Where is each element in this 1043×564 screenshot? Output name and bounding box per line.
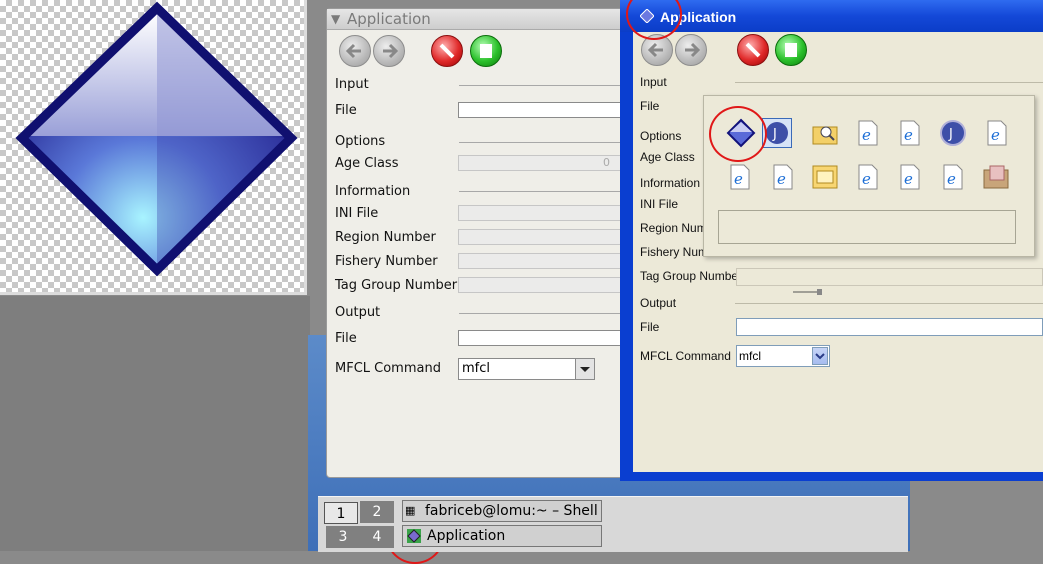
desktop-pager-2[interactable]: 2 [360, 501, 394, 523]
information-section-label: Information [335, 184, 411, 199]
separator [459, 85, 627, 86]
options-section-label: Options [335, 134, 386, 149]
svg-text:e: e [904, 126, 913, 144]
svg-text:e: e [947, 170, 956, 188]
ini-file-label: INI File [335, 206, 379, 221]
desktop-number: 3 [338, 529, 348, 545]
taskbar: 1 2 3 4 ▦ fabriceb@lomu:~ – Shell – K Ap… [318, 496, 908, 552]
mfcl-command-combo[interactable]: mfcl [458, 358, 595, 380]
mfcl-command-label: MFCL Command [335, 361, 441, 376]
svg-text:J: J [948, 127, 953, 142]
back-icon[interactable] [339, 35, 371, 67]
ini-file-label: INI File [640, 197, 679, 211]
forward-icon[interactable] [373, 35, 405, 67]
desktop-number: 1 [336, 506, 346, 522]
window-titlebar[interactable]: Application [620, 0, 1043, 32]
mfcl-command-value: mfcl [462, 361, 490, 376]
task-label: fabriceb@lomu:~ – Shell – K [425, 503, 601, 519]
stop-icon[interactable] [737, 34, 769, 66]
desktop-background [0, 296, 310, 551]
information-section-label: Information [640, 176, 701, 190]
desktop-number: 4 [372, 529, 382, 545]
forward-icon[interactable] [675, 34, 707, 66]
age-class-spinner[interactable]: 0 [458, 155, 627, 171]
separator [459, 313, 627, 314]
ie-document-icon[interactable]: e [894, 118, 924, 148]
svg-text:e: e [904, 170, 913, 188]
window-titlebar[interactable]: ▼ Application [327, 9, 625, 30]
icon-preview-box [718, 210, 1016, 244]
large-diamond-icon [15, 1, 298, 277]
separator [735, 82, 1043, 83]
svg-text:e: e [777, 170, 786, 188]
separator [459, 142, 627, 143]
fishery-number-field[interactable] [458, 253, 627, 269]
window-title: Application [347, 10, 431, 28]
age-class-label: Age Class [335, 156, 399, 171]
region-number-label: Region Number [335, 230, 436, 245]
output-section-label: Output [335, 305, 381, 320]
chevron-down-icon[interactable] [575, 359, 594, 379]
region-number-field[interactable] [458, 229, 627, 245]
folder-search-icon[interactable] [810, 118, 840, 148]
ie-document-icon[interactable]: e [724, 162, 754, 192]
file-label: File [640, 99, 660, 113]
tag-group-number-field[interactable] [736, 268, 1043, 286]
taskbar-item-shell[interactable]: ▦ fabriceb@lomu:~ – Shell – K [402, 500, 602, 522]
separator [459, 191, 627, 192]
output-section-label: Output [640, 296, 677, 310]
stop-icon[interactable] [431, 35, 463, 67]
svg-text:e: e [862, 170, 871, 188]
svg-text:e: e [734, 170, 743, 188]
desktop-pager-3[interactable]: 3 [326, 526, 360, 548]
application-window-kde: ▼ Application Input File Options Age Cla… [326, 8, 627, 478]
output-file-label: File [335, 331, 357, 346]
image-folder-icon[interactable] [981, 162, 1011, 192]
java-cup-icon[interactable]: J [938, 118, 968, 148]
mfcl-command-value: mfcl [739, 349, 761, 363]
input-file-field[interactable] [458, 102, 627, 118]
ie-document-icon[interactable]: e [937, 162, 967, 192]
svg-text:e: e [991, 126, 1000, 144]
output-file-field[interactable] [458, 330, 627, 346]
tag-group-number-label: Tag Group Number [640, 269, 743, 283]
tag-group-number-field[interactable] [458, 277, 627, 293]
ini-file-field[interactable] [458, 205, 627, 221]
fishery-number-label: Fishery Number [335, 254, 438, 269]
desktop-pager-1[interactable]: 1 [324, 502, 358, 524]
input-section-label: Input [640, 75, 667, 89]
terminal-icon: ▦ [405, 504, 416, 517]
separator [735, 303, 1043, 304]
taskbar-item-application[interactable]: Application [402, 525, 602, 547]
ie-document-icon[interactable]: e [767, 162, 797, 192]
mfcl-command-label: MFCL Command [640, 349, 731, 363]
mfcl-command-combo[interactable]: mfcl [736, 345, 830, 367]
chevron-down-icon[interactable]: ▼ [331, 9, 340, 29]
desktop-number: 2 [372, 504, 382, 520]
ie-document-icon[interactable]: e [894, 162, 924, 192]
highlight-ring [709, 106, 767, 162]
output-file-label: File [640, 320, 660, 334]
icon-preview-canvas [0, 0, 307, 295]
run-icon[interactable] [775, 34, 807, 66]
file-label: File [335, 103, 357, 118]
output-file-field[interactable] [736, 318, 1043, 336]
dialog-icon[interactable] [810, 162, 840, 192]
ie-document-icon[interactable]: e [852, 118, 882, 148]
input-section-label: Input [335, 77, 369, 92]
desktop-pager-4[interactable]: 4 [360, 526, 394, 548]
chevron-down-icon[interactable] [812, 347, 828, 365]
task-label: Application [427, 528, 506, 544]
svg-text:e: e [862, 126, 871, 144]
tag-group-number-label: Tag Group Number [335, 278, 458, 293]
run-icon[interactable] [470, 35, 502, 67]
age-class-label: Age Class [640, 150, 695, 164]
diamond-icon [407, 529, 421, 543]
ie-document-icon[interactable]: e [852, 162, 882, 192]
svg-text:J: J [772, 127, 777, 142]
ie-document-icon[interactable]: e [981, 118, 1011, 148]
options-section-label: Options [640, 129, 682, 143]
age-class-value: 0 [603, 156, 610, 169]
slider-handle-icon[interactable] [793, 287, 825, 297]
